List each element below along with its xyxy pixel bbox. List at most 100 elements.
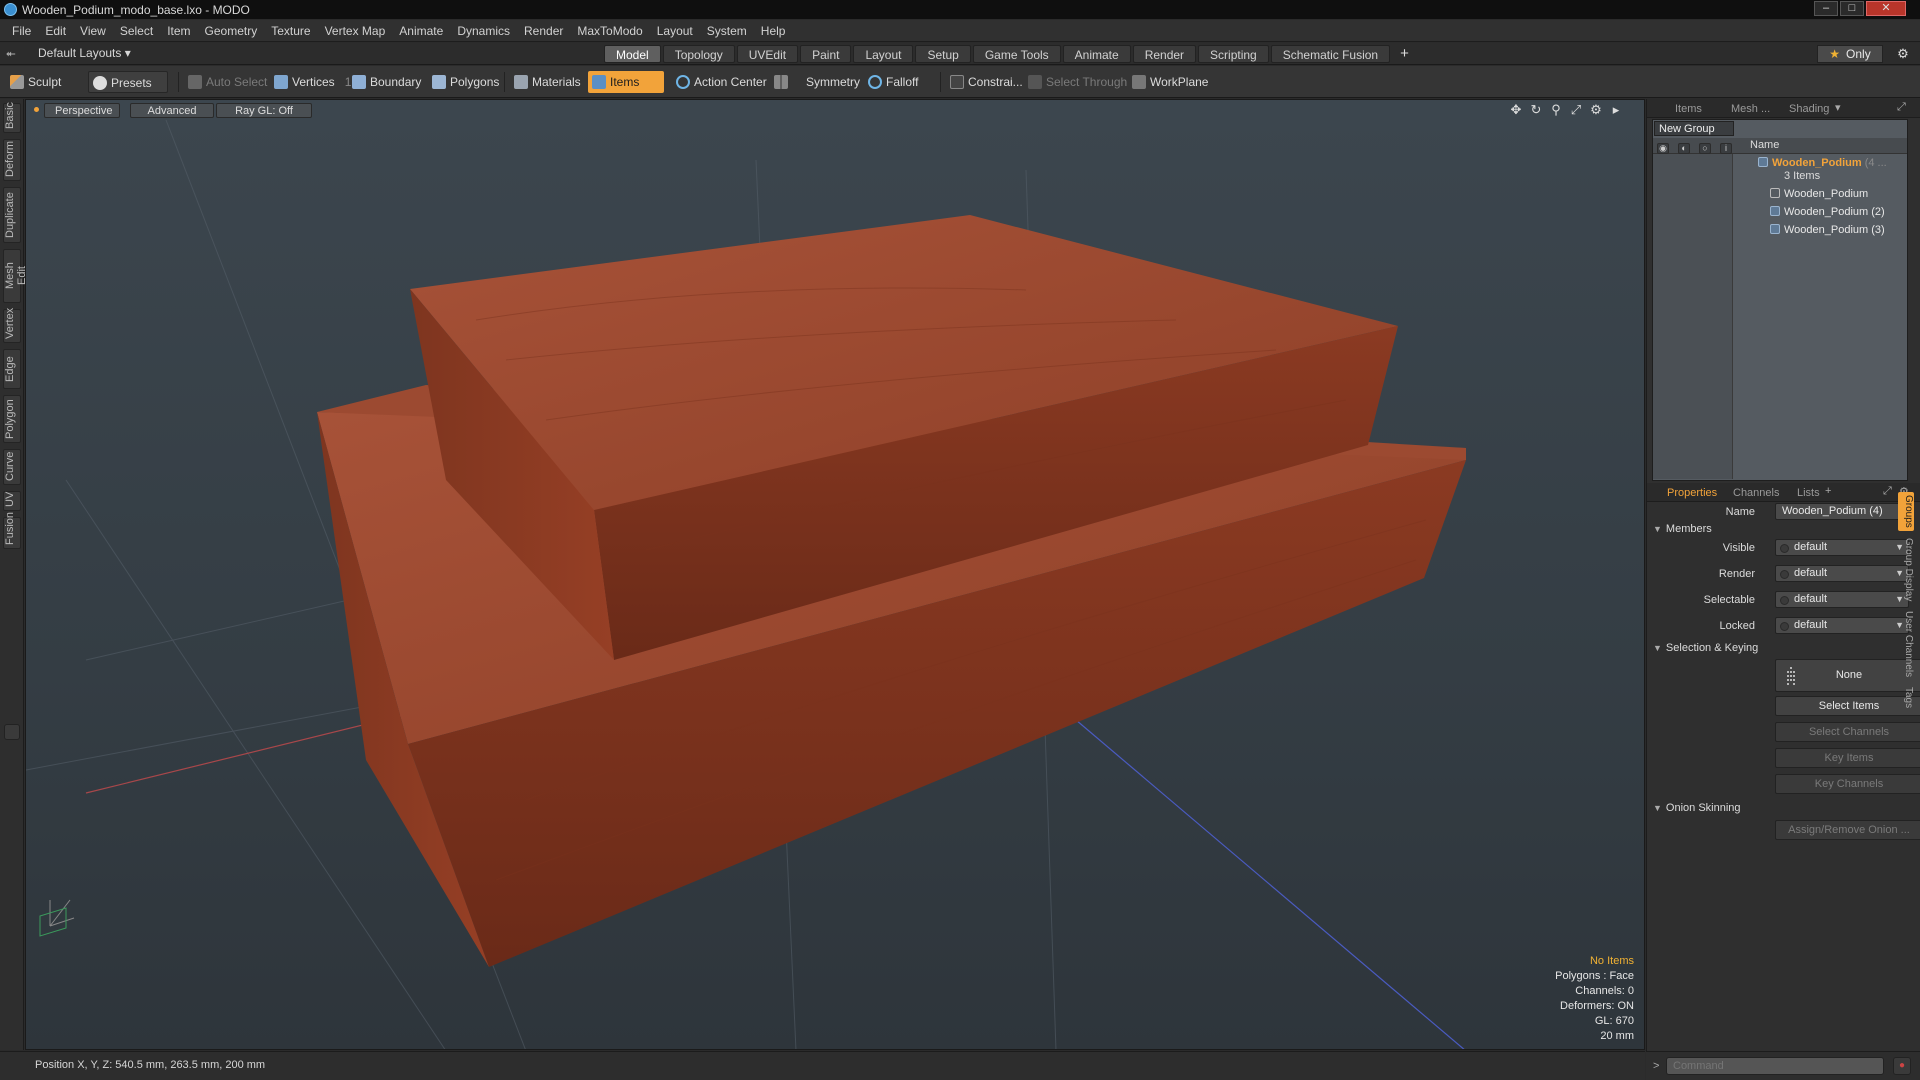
items-button[interactable]: Items	[588, 71, 664, 93]
viewport-settings-icon[interactable]: ⚙	[1586, 102, 1606, 118]
tab-topology[interactable]: Topology	[662, 45, 735, 63]
tab-schematic-fusion[interactable]: Schematic Fusion	[1270, 45, 1391, 63]
fit-icon[interactable]: ⤢	[1566, 102, 1586, 118]
left-tab-mesh-edit[interactable]: Mesh Edit	[3, 249, 28, 303]
tab-render[interactable]: Render	[1132, 45, 1197, 63]
3d-viewport[interactable]: Perspective Advanced Ray GL: Off ✥ ↻ ⚲ ⤢ ⚙ ▸ …	[25, 99, 1645, 1050]
left-tab-duplicate[interactable]: Duplicate	[3, 187, 21, 243]
advanced-button[interactable]: Advanced	[130, 103, 214, 118]
menu-geometry[interactable]: Geometry	[198, 20, 265, 42]
tab-layout[interactable]: Layout	[853, 45, 914, 63]
presets-button[interactable]: Presets	[88, 71, 168, 93]
select-through-button[interactable]: Select Through	[1024, 71, 1133, 93]
visibility-column[interactable]	[1653, 154, 1733, 479]
maximize-button[interactable]: □	[1840, 1, 1864, 16]
side-tab-tags[interactable]: Tags	[1898, 684, 1914, 711]
lock-icon[interactable]: ○	[1699, 143, 1711, 154]
viewport-menu-dot[interactable]	[34, 107, 39, 112]
tab-setup[interactable]: Setup	[915, 45, 971, 63]
rotate-icon[interactable]: ↻	[1526, 102, 1546, 118]
menu-animate[interactable]: Animate	[392, 20, 450, 42]
materials-button[interactable]: Materials	[510, 71, 587, 93]
selection-keying-section[interactable]: ▼ Selection & Keying	[1653, 642, 1758, 654]
menu-select[interactable]: Select	[113, 20, 160, 42]
key-items-button[interactable]: Key Items	[1775, 748, 1920, 768]
only-button[interactable]: ★ Only	[1817, 45, 1883, 63]
minimize-button[interactable]: –	[1814, 1, 1838, 16]
list-item[interactable]: Wooden_Podium (2)	[1770, 204, 1920, 220]
left-panel-toggle[interactable]	[4, 724, 20, 740]
tab-lists[interactable]: Lists	[1791, 485, 1826, 501]
side-tab-groups[interactable]: Groups	[1898, 492, 1914, 531]
ray-gl-button[interactable]: Ray GL: Off	[216, 103, 312, 118]
tab-channels[interactable]: Channels	[1727, 485, 1785, 501]
new-group-button[interactable]: New Group	[1654, 121, 1734, 136]
left-tab-curve[interactable]: Curve	[3, 449, 21, 485]
left-tab-fusion[interactable]: Fusion	[3, 512, 21, 549]
layout-settings-gear-icon[interactable]: ⚙	[1894, 45, 1912, 63]
left-tab-uv[interactable]: UV	[3, 491, 21, 511]
panel-expand-icon[interactable]: ⤢	[1897, 101, 1906, 114]
sculpt-button[interactable]: Sculpt	[6, 71, 90, 93]
vertices-button[interactable]: Vertices 1	[270, 71, 357, 93]
perspective-button[interactable]: Perspective	[44, 103, 120, 118]
side-tab-group-display[interactable]: Group Display	[1898, 535, 1914, 604]
pin-icon[interactable]: ⯬	[6, 46, 18, 61]
close-window-button[interactable]: ✕	[1866, 1, 1906, 16]
default-layouts-dropdown[interactable]: ⯬ Default Layouts ▾	[6, 46, 131, 62]
key-channels-button[interactable]: Key Channels	[1775, 774, 1920, 794]
tab-properties[interactable]: Properties	[1661, 485, 1723, 501]
polygons-button[interactable]: Polygons	[428, 71, 505, 93]
command-input[interactable]	[1666, 1057, 1884, 1075]
add-tab-button[interactable]: +	[1825, 485, 1831, 497]
tab-paint[interactable]: Paint	[800, 45, 852, 63]
menu-vertex-map[interactable]: Vertex Map	[318, 20, 393, 42]
menu-edit[interactable]: Edit	[38, 20, 73, 42]
menu-help[interactable]: Help	[754, 20, 793, 42]
left-tab-vertex[interactable]: Vertex	[3, 308, 21, 343]
menu-file[interactable]: File	[0, 20, 38, 42]
left-tab-deform[interactable]: Deform	[3, 139, 21, 181]
members-section[interactable]: ▼ Members	[1653, 523, 1712, 535]
workplane-button[interactable]: WorkPlane	[1128, 71, 1214, 93]
panel-expand-icon[interactable]: ⤢	[1883, 485, 1892, 498]
name-column-header[interactable]: Name	[1750, 139, 1779, 151]
tab-scripting[interactable]: Scripting	[1198, 45, 1269, 63]
visible-select[interactable]: default ▼	[1775, 539, 1909, 556]
list-item[interactable]: Wooden_Podium	[1770, 186, 1920, 202]
falloff-button[interactable]: Falloff	[864, 71, 924, 93]
add-layout-tab-button[interactable]: +	[1392, 45, 1417, 64]
symmetry-button[interactable]: Symmetry	[770, 71, 866, 93]
left-tab-basic[interactable]: Basic	[3, 102, 21, 133]
selectable-select[interactable]: default ▼	[1775, 591, 1909, 608]
command-stop-icon[interactable]: ●	[1893, 1057, 1911, 1075]
menu-layout[interactable]: Layout	[650, 20, 700, 42]
left-tab-edge[interactable]: Edge	[3, 349, 21, 389]
boundary-button[interactable]: Boundary	[348, 71, 427, 93]
menu-render[interactable]: Render	[517, 20, 570, 42]
assign-onion-button[interactable]: Assign/Remove Onion ...	[1775, 820, 1920, 840]
expand-arrow-icon[interactable]: ▸	[1606, 102, 1626, 118]
tab-game-tools[interactable]: Game Tools	[972, 45, 1061, 63]
menu-maxtomodo[interactable]: MaxToModo	[570, 20, 649, 42]
tab-dropdown-icon[interactable]: ▾	[1835, 101, 1841, 114]
render-icon[interactable]: ◐	[1678, 143, 1690, 154]
list-item[interactable]: Wooden_Podium (3)	[1770, 222, 1920, 238]
menu-view[interactable]: View	[73, 20, 113, 42]
locked-select[interactable]: default ▼	[1775, 617, 1909, 634]
onion-skinning-section[interactable]: ▼ Onion Skinning	[1653, 802, 1741, 814]
constraints-button[interactable]: Constrai...	[946, 71, 1029, 93]
info-icon[interactable]: i	[1720, 143, 1732, 154]
tab-items[interactable]: Items	[1669, 101, 1708, 117]
name-field[interactable]: Wooden_Podium (4)	[1775, 503, 1909, 520]
tab-animate[interactable]: Animate	[1062, 45, 1131, 63]
tab-model[interactable]: Model	[604, 45, 661, 63]
menu-texture[interactable]: Texture	[264, 20, 317, 42]
auto-select-button[interactable]: Auto Select	[184, 71, 273, 93]
eye-icon[interactable]: ◉	[1657, 143, 1669, 154]
menu-dynamics[interactable]: Dynamics	[450, 20, 517, 42]
zoom-icon[interactable]: ⚲	[1546, 102, 1566, 118]
menu-system[interactable]: System	[700, 20, 754, 42]
left-tab-polygon[interactable]: Polygon	[3, 395, 21, 443]
action-center-button[interactable]: Action Center	[672, 71, 773, 93]
